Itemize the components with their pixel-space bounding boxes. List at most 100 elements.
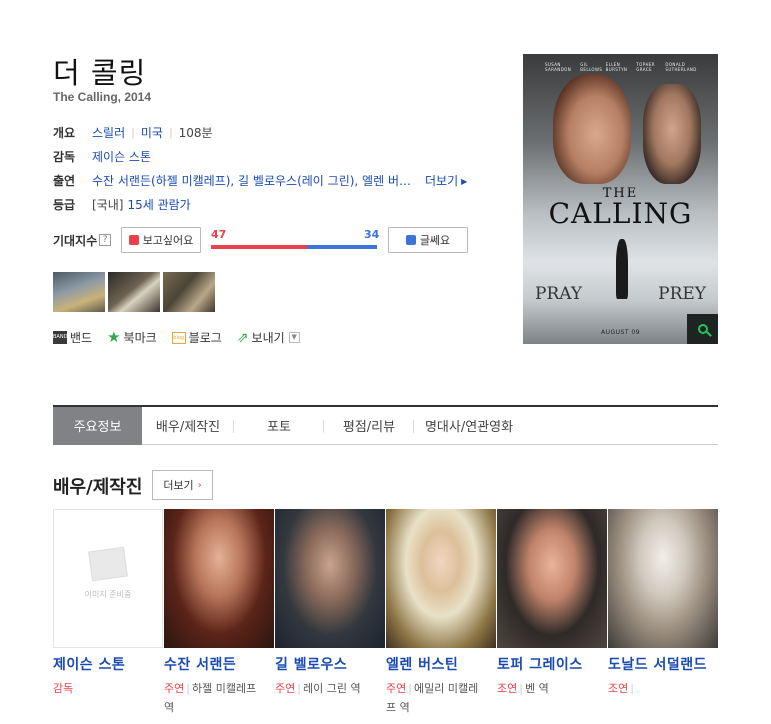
cast-more-link[interactable]: 더보기 ▶	[425, 172, 467, 189]
still-thumbnail[interactable]	[108, 272, 160, 312]
person-name[interactable]: 도날드 서덜랜드	[608, 654, 713, 674]
meh-button[interactable]: 글쎄요	[388, 227, 468, 253]
poster-credit: ELLEN BURSTYN	[605, 62, 628, 72]
tab-main-info[interactable]: 주요정보	[53, 406, 142, 445]
meh-count: 34	[364, 228, 380, 241]
poster-face	[553, 74, 631, 184]
zoom-button[interactable]	[687, 314, 718, 344]
person-role: 주연 | 하젤 미캘레프 역	[164, 679, 264, 717]
tab-cast-crew[interactable]: 배우/제작진	[142, 407, 234, 445]
tab-label: 평점/리뷰	[342, 420, 396, 435]
person-card[interactable]: 엘렌 버스틴 주연 | 에밀리 미캘레프 역	[386, 509, 497, 717]
info-row-rating: 등급 [국내] 15세 관람가	[53, 192, 473, 216]
want-ratio-fill	[211, 245, 308, 249]
person-card[interactable]: 길 벨로우스 주연 | 레이 그린 역	[275, 509, 386, 717]
poster-credits: SUSAN SARANDON GIL BELLOWS ELLEN BURSTYN…	[545, 62, 708, 72]
person-card[interactable]: 수잔 서랜든 주연 | 하젤 미캘레프 역	[164, 509, 275, 717]
role-type: 주연	[386, 682, 407, 695]
separator: |	[168, 125, 173, 139]
chevron-right-icon: ▶	[461, 176, 468, 186]
no-image-text: 이미지 준비중	[84, 590, 132, 599]
info-row-director: 감독 제이슨 스톤	[53, 144, 473, 168]
character-name: 벤 역	[524, 682, 549, 695]
poster-credit: TOPHER GRACE	[636, 62, 655, 72]
want-button[interactable]: 보고싶어요	[121, 227, 201, 253]
separator: |	[408, 682, 412, 695]
star-icon: ★	[107, 328, 121, 346]
person-role: 감독	[53, 679, 153, 698]
cast-more-button[interactable]: 더보기 ›	[152, 470, 213, 500]
country-link[interactable]: 미국	[141, 124, 163, 141]
separator: |	[519, 682, 523, 695]
person-photo[interactable]	[164, 509, 274, 648]
rating-link[interactable]: 15세 관람가	[127, 196, 190, 213]
movie-title: 더 콜링	[53, 56, 147, 90]
person-card[interactable]: 도날드 서덜랜드 조연 |	[608, 509, 718, 717]
cast-link[interactable]: 수잔 서랜든(하젤 미캘레프), 길 벨로우스(레이 그린), 엘렌 버스틴(에…	[92, 172, 416, 189]
send-label: 보내기	[251, 331, 285, 345]
person-photo[interactable]	[497, 509, 607, 648]
person-photo[interactable]	[386, 509, 496, 648]
tab-label: 배우/제작진	[155, 420, 221, 435]
bookmark-label: 북마크	[123, 331, 157, 345]
person-photo[interactable]	[608, 509, 718, 648]
tab-photo[interactable]: 포토	[234, 407, 324, 445]
want-label: 보고싶어요	[142, 234, 194, 247]
person-role: 주연 | 레이 그린 역	[275, 679, 375, 698]
tab-label: 주요정보	[73, 420, 122, 435]
magnifier-icon	[697, 324, 708, 334]
runtime: 108분	[178, 125, 213, 140]
person-name[interactable]: 토퍼 그레이스	[497, 654, 602, 674]
still-thumbnail[interactable]	[163, 272, 215, 312]
poster-credit: SUSAN SARANDON	[545, 62, 572, 72]
help-icon[interactable]: ?	[99, 234, 112, 246]
cast-more-button-label: 더보기	[163, 479, 194, 492]
cast-list: 이미지 준비중 제이슨 스톤 감독 수잔 서랜든 주연 | 하젤 미캘레프 역 길 …	[53, 509, 718, 717]
rating-label: 등급	[53, 197, 76, 212]
person-name[interactable]: 길 벨로우스	[275, 654, 380, 674]
band-icon: BAND	[53, 331, 67, 344]
chevron-down-icon[interactable]: ▼	[288, 332, 300, 343]
meh-label: 글쎄요	[419, 234, 451, 247]
person-name[interactable]: 수잔 서랜든	[164, 654, 269, 674]
director-link[interactable]: 제이슨 스톤	[92, 148, 151, 165]
role-type: 주연	[275, 682, 296, 695]
movie-poster[interactable]: SUSAN SARANDON GIL BELLOWS ELLEN BURSTYN…	[523, 54, 718, 344]
blog-share-button[interactable]: blog 블로그	[171, 329, 222, 346]
tab-bar: 주요정보 배우/제작진 포토 평점/리뷰 명대사/연관영화	[53, 405, 718, 445]
still-thumbnail[interactable]	[53, 272, 105, 312]
poster-tag-right: PREY	[658, 284, 706, 304]
send-icon: ⇗	[236, 329, 249, 346]
poster-tag-left: PRAY	[535, 284, 583, 304]
separator: |	[630, 682, 634, 695]
person-card[interactable]: 토퍼 그레이스 조연 | 벤 역	[497, 509, 608, 717]
genre-link[interactable]: 스릴러	[92, 124, 125, 141]
tab-reviews[interactable]: 평점/리뷰	[324, 407, 414, 445]
still-thumbnails	[53, 272, 215, 312]
send-button[interactable]: ⇗ 보내기 ▼	[237, 329, 300, 346]
person-role: 주연 | 에밀리 미캘레프 역	[386, 679, 486, 717]
role-type: 조연	[497, 682, 518, 695]
role-type: 주연	[164, 682, 185, 695]
cast-more-label: 더보기	[425, 173, 459, 188]
image-placeholder-icon	[88, 546, 128, 582]
band-share-button[interactable]: BAND 밴드	[53, 329, 92, 346]
expect-index: 기대지수 ?	[53, 226, 112, 254]
person-role: 조연 |	[608, 679, 708, 698]
poster-tagline: PRAY PREY	[535, 284, 706, 304]
tab-label: 포토	[267, 420, 291, 435]
person-photo[interactable]	[275, 509, 385, 648]
person-name[interactable]: 엘렌 버스틴	[386, 654, 491, 674]
person-card[interactable]: 이미지 준비중 제이슨 스톤 감독	[53, 509, 164, 717]
separator: |	[186, 682, 190, 695]
thumbs-down-icon	[405, 235, 416, 245]
thumbs-up-icon	[128, 235, 139, 245]
blog-icon: blog	[171, 331, 186, 344]
person-photo-placeholder[interactable]: 이미지 준비중	[53, 509, 163, 648]
character-name: 레이 그린 역	[302, 682, 361, 695]
separator: |	[297, 682, 301, 695]
person-name[interactable]: 제이슨 스톤	[53, 654, 158, 674]
bookmark-button[interactable]: ★ 북마크	[107, 329, 157, 346]
poster-credit: DONALD SUTHERLAND	[665, 62, 697, 72]
tab-quotes-related[interactable]: 명대사/연관영화	[414, 407, 524, 445]
